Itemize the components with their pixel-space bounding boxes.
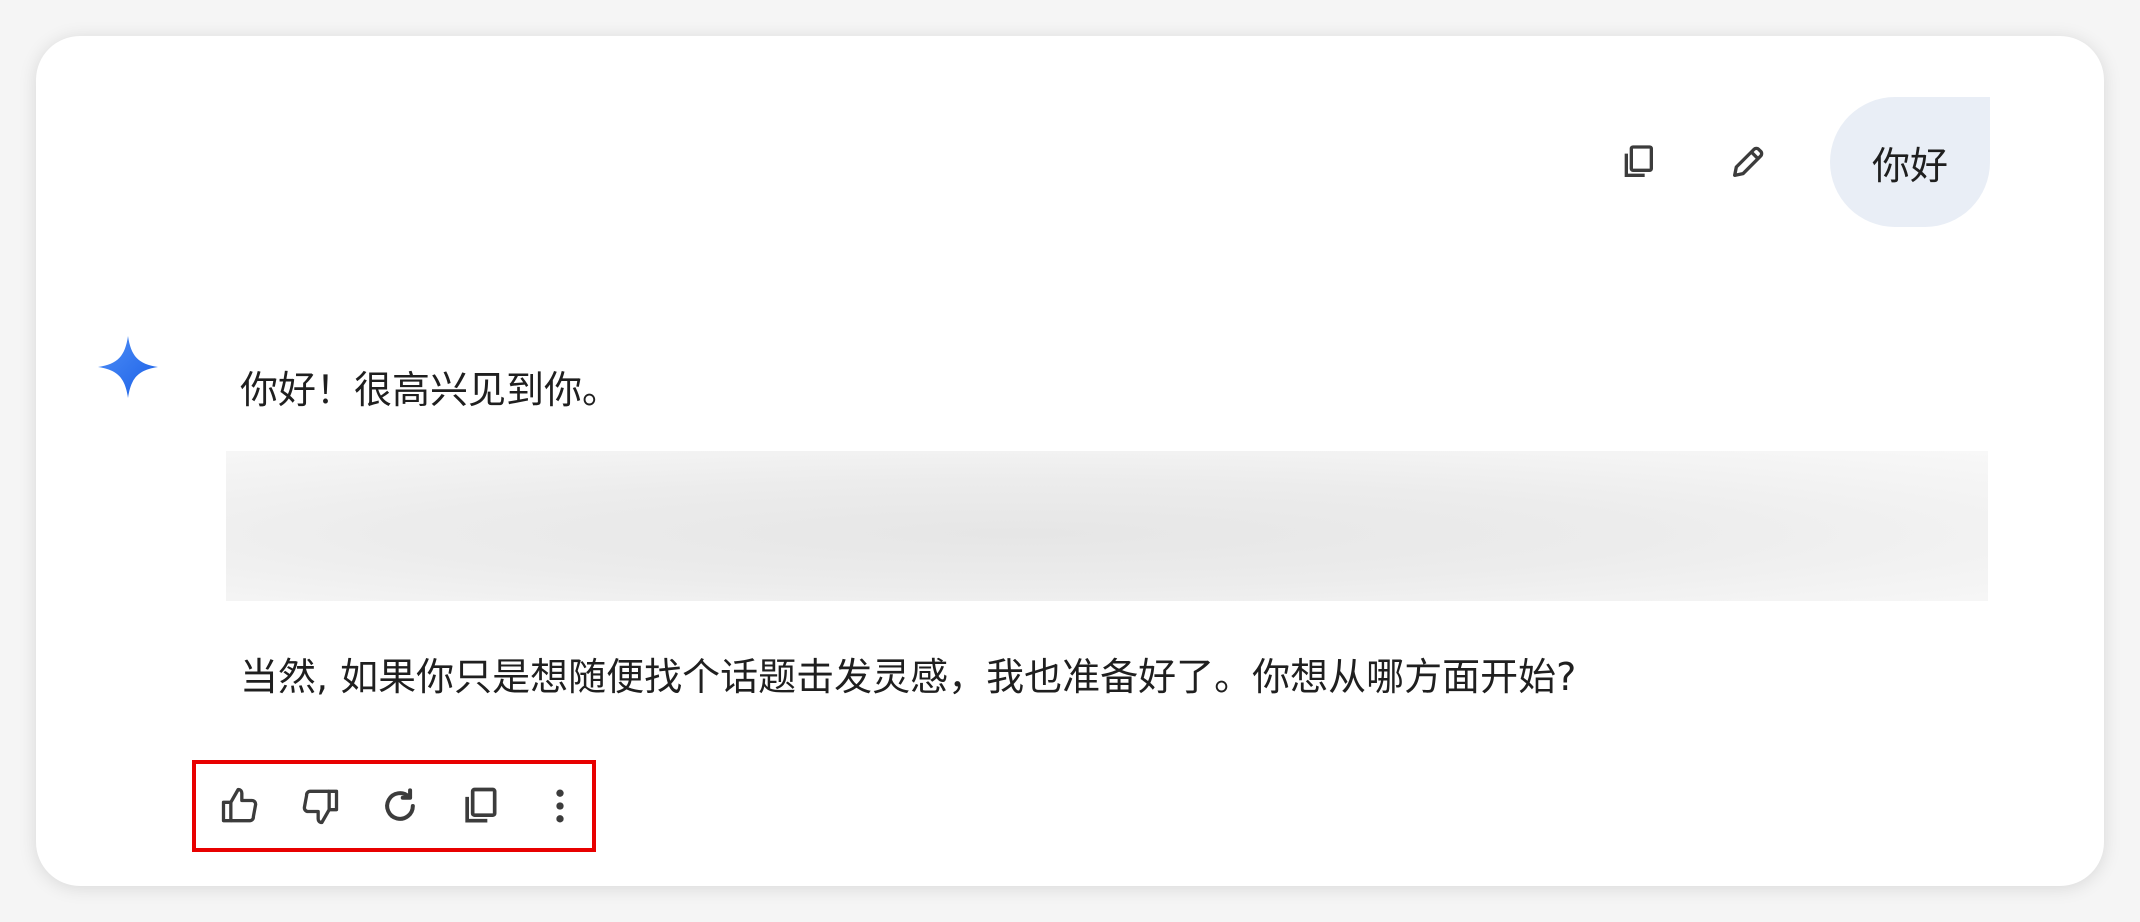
assistant-greeting: 你好！很高兴见到你。 (240, 368, 621, 412)
copy-icon (1624, 145, 1653, 177)
more-vertical-icon (556, 789, 564, 823)
user-message-text: 你好 (1871, 143, 1948, 188)
thumbs-up-icon (221, 787, 258, 823)
edit-pencil-icon (1733, 146, 1764, 177)
thumbs-down-icon (302, 789, 339, 825)
user-message-row: 你好 (1610, 97, 1990, 227)
copy-response-button[interactable] (454, 780, 506, 832)
blurred-content-block (226, 451, 1988, 601)
assistant-followup: 当然, 如果你只是想随便找个话题击发灵感，我也准备好了。你想从哪方面开始? (240, 655, 1577, 699)
gemini-sparkle-icon (98, 336, 158, 398)
copy-message-button[interactable] (1610, 134, 1666, 190)
copy-icon (465, 787, 497, 823)
response-actions-toolbar (192, 760, 596, 852)
regenerate-icon (385, 788, 415, 821)
thumbs-up-button[interactable] (214, 780, 266, 832)
regenerate-button[interactable] (374, 780, 426, 832)
user-message-bubble: 你好 (1830, 97, 1990, 227)
thumbs-down-button[interactable] (294, 780, 346, 832)
chat-card: 你好 你好！很高兴见到你。 当然, 如果你只是想随便找个话题击发灵感，我也准备好… (36, 36, 2104, 886)
more-options-button[interactable] (534, 780, 586, 832)
edit-message-button[interactable] (1720, 134, 1776, 190)
